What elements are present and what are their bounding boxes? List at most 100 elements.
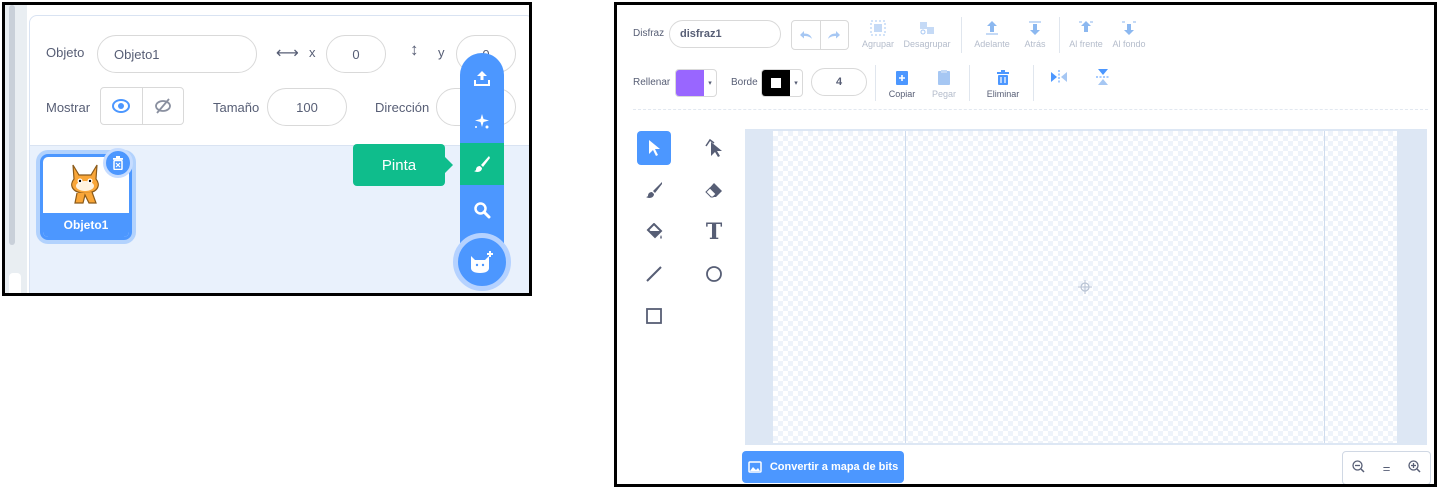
undo-redo-group (791, 20, 849, 50)
line-tool[interactable] (637, 257, 671, 291)
zoom-reset-button[interactable]: = (1383, 461, 1391, 476)
fill-label: Rellenar (633, 77, 671, 88)
copy-icon (896, 71, 908, 85)
paint-button[interactable] (460, 143, 504, 185)
paste-icon (938, 70, 950, 85)
forward-button[interactable]: Adelante (971, 19, 1013, 49)
group-icon (870, 20, 886, 36)
costume-name-input[interactable]: disfraz1 (669, 20, 781, 48)
trash-icon (113, 156, 123, 170)
sprite-info-pane: Objeto Objeto1 ⟷ x 0 ↕ y 0 Mostrar Tamañ… (29, 15, 529, 147)
size-value: 100 (296, 99, 318, 115)
center-crosshair-icon (1078, 280, 1092, 294)
copy-button[interactable]: Copiar (885, 69, 919, 99)
redo-icon (828, 31, 841, 39)
zoom-in-icon (1408, 460, 1421, 473)
text-t-icon: T (705, 219, 723, 245)
back-icon (1122, 21, 1136, 35)
reshape-tool[interactable] (697, 131, 731, 165)
back-button[interactable]: Al fondo (1111, 19, 1147, 49)
paint-canvas-area[interactable] (745, 129, 1427, 445)
flip-horizontal-button[interactable] (1047, 65, 1071, 89)
rectangle-icon (646, 308, 662, 324)
text-tool[interactable]: T (697, 215, 731, 249)
circle-tool[interactable] (697, 257, 731, 291)
toolbar-divider (1059, 17, 1060, 53)
zoom-in-button[interactable] (1408, 460, 1421, 476)
search-icon (474, 202, 491, 219)
undo-icon (799, 31, 812, 39)
outline-label: Borde (731, 77, 758, 88)
costume-label: Disfraz (633, 28, 665, 39)
search-sprite-button[interactable] (460, 189, 504, 231)
brush-icon (646, 182, 662, 198)
upload-sprite-button[interactable] (460, 57, 504, 99)
eraser-icon (705, 183, 722, 198)
ungroup-label: Desagrupar (903, 39, 951, 49)
back-label: Al fondo (1112, 39, 1146, 49)
zoom-out-button[interactable] (1352, 460, 1365, 476)
visibility-toggle (100, 87, 184, 125)
rectangle-tool[interactable] (637, 299, 671, 333)
choose-sprite-icon (471, 251, 493, 273)
toolbar-divider (1033, 65, 1034, 101)
x-input[interactable]: 0 (326, 35, 386, 73)
front-label: Al frente (1069, 39, 1103, 49)
outline-swatch (762, 70, 790, 96)
fill-tool[interactable] (637, 215, 671, 249)
select-tool[interactable] (637, 131, 671, 165)
stage-bounds (905, 131, 1325, 443)
undo-button[interactable] (792, 21, 821, 49)
choose-sprite-button[interactable] (453, 233, 511, 291)
toolbar-divider (961, 17, 962, 53)
backward-button[interactable]: Atrás (1019, 19, 1051, 49)
hide-button[interactable] (143, 88, 184, 124)
backward-label: Atrás (1024, 39, 1046, 49)
eraser-tool[interactable] (697, 173, 731, 207)
sprite-name-input[interactable]: Objeto1 (97, 35, 257, 73)
show-label: Mostrar (46, 100, 91, 115)
x-arrows-icon: ⟷ (276, 45, 299, 62)
upload-icon (474, 71, 490, 86)
sprite-name-value: Objeto1 (114, 46, 160, 62)
show-button[interactable] (101, 88, 143, 124)
outline-width-input[interactable]: 4 (811, 68, 867, 96)
sprite-menu (460, 53, 504, 248)
group-button[interactable]: Agrupar (861, 19, 895, 49)
paste-button[interactable]: Pegar (927, 69, 961, 99)
size-label: Tamaño (213, 100, 260, 115)
size-input[interactable]: 100 (267, 88, 347, 126)
sprite-panel: Objeto Objeto1 ⟷ x 0 ↕ y 0 Mostrar Tamañ… (2, 2, 532, 296)
delete-sprite-button[interactable] (103, 148, 133, 178)
surprise-button[interactable] (460, 101, 504, 143)
arrow-select-icon (649, 140, 660, 156)
outline-color-picker[interactable]: ▾ (761, 69, 803, 97)
x-value: 0 (352, 46, 360, 62)
paint-canvas[interactable] (773, 131, 1397, 443)
cat-sprite-icon (71, 164, 99, 204)
front-button[interactable]: Al frente (1069, 19, 1103, 49)
brush-tool[interactable] (637, 173, 671, 207)
x-label: x (309, 45, 316, 60)
backward-icon (1029, 21, 1041, 35)
convert-bitmap-button[interactable]: Convertir a mapa de bits (742, 451, 904, 483)
zoom-out-icon (1352, 460, 1365, 473)
flip-horizontal-icon (1051, 70, 1067, 84)
flip-vertical-button[interactable] (1091, 65, 1115, 89)
surprise-icon (475, 114, 489, 129)
fill-bucket-icon (646, 223, 663, 239)
direction-label: Dirección (375, 100, 430, 115)
toolbar-divider (875, 65, 876, 101)
y-arrows-icon: ↕ (410, 40, 419, 59)
outline-width-value: 4 (835, 76, 843, 88)
ungroup-button[interactable]: Desagrupar (903, 19, 951, 49)
outline-dropdown-icon: ▾ (794, 80, 798, 87)
redo-button[interactable] (821, 21, 849, 49)
delete-button[interactable]: Eliminar (983, 69, 1023, 99)
paint-editor: Disfraz disfraz1 Agrupar Desagrupar Adel… (614, 2, 1437, 487)
scrollbar[interactable] (9, 5, 15, 245)
circle-icon (706, 266, 722, 282)
fill-color-picker[interactable]: ▾ (675, 69, 717, 97)
stage-gutter (5, 5, 27, 293)
fill-dropdown-icon: ▾ (708, 80, 712, 87)
